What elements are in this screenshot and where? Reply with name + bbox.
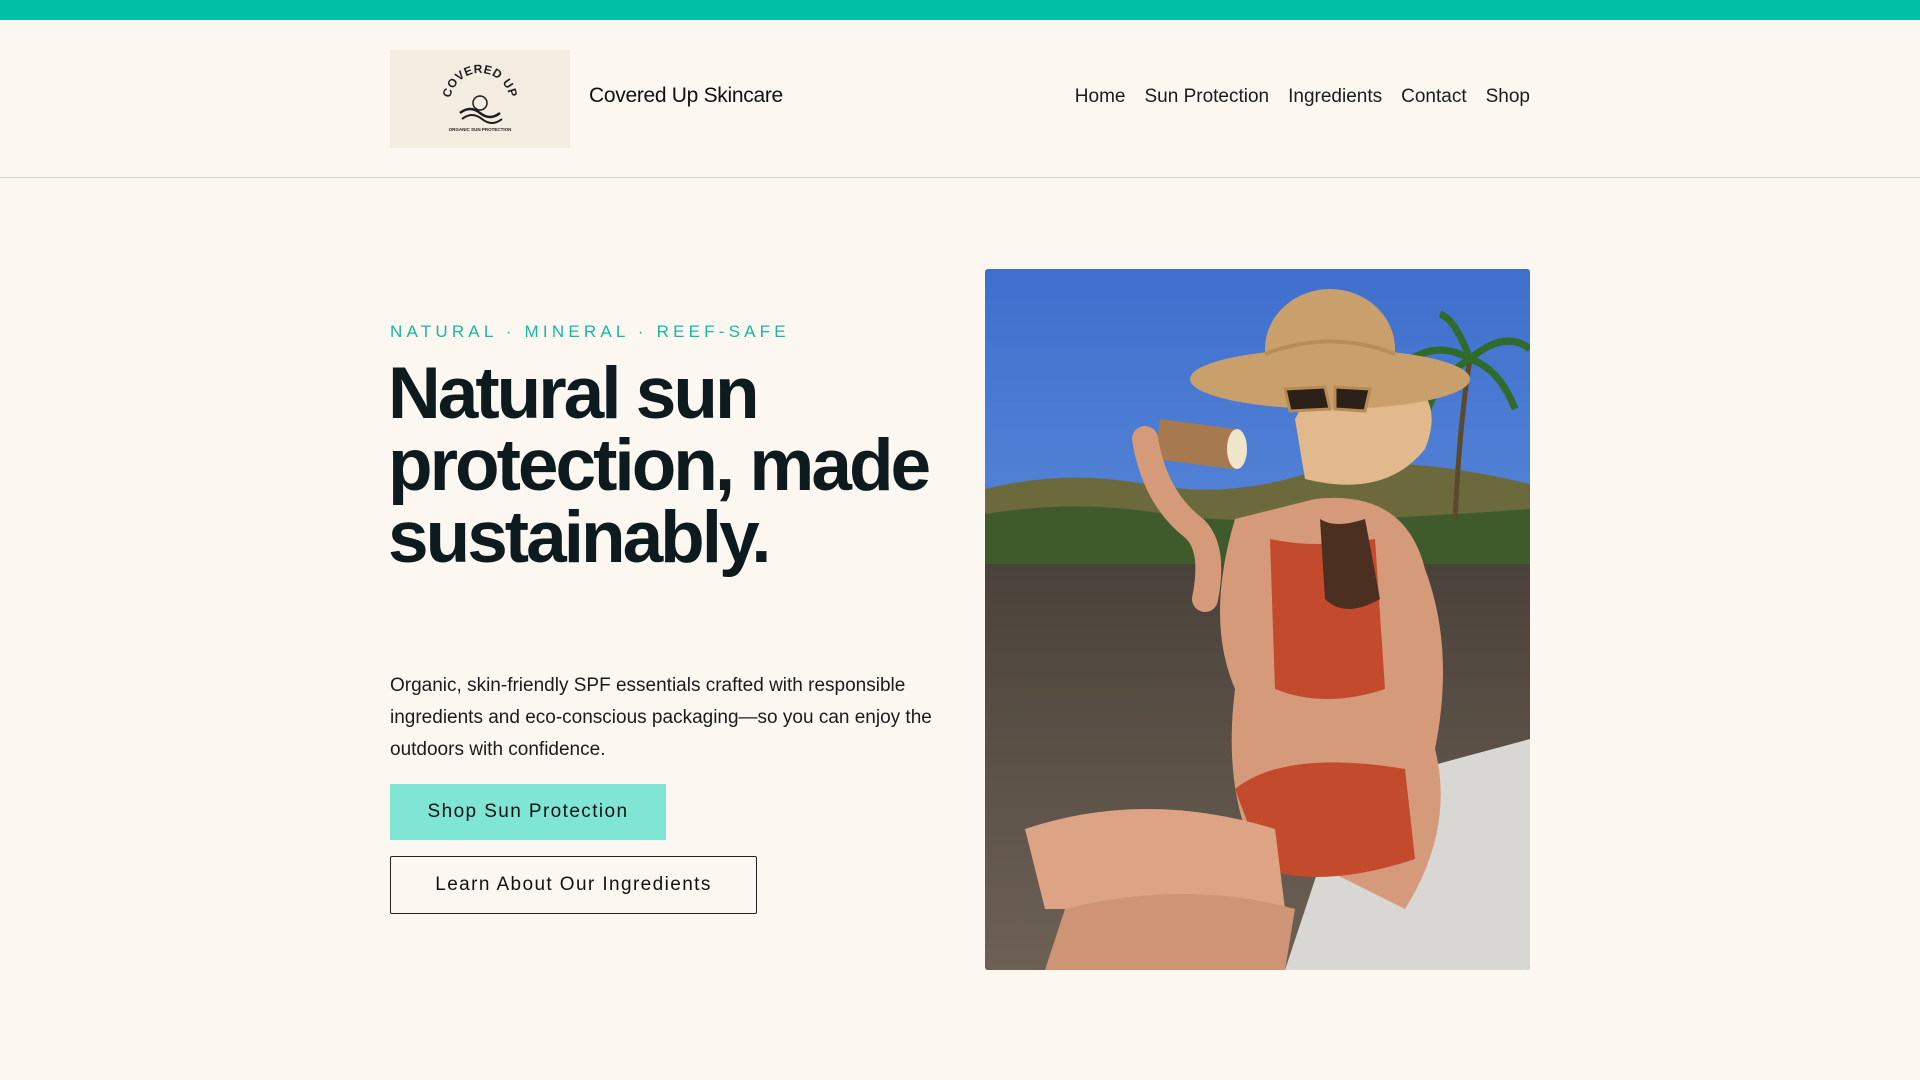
brand-name[interactable]: Covered Up Skincare (589, 84, 783, 108)
main-nav: Home Sun Protection Ingredients Contact … (1075, 86, 1530, 108)
nav-sun-protection[interactable]: Sun Protection (1144, 86, 1269, 108)
hero-subtext: Organic, skin-friendly SPF essentials cr… (390, 675, 932, 760)
shop-sun-protection-button[interactable]: Shop Sun Protection (390, 784, 666, 840)
site-header: COVERED UP ORGANIC SUN PROTECTION Covere… (0, 20, 1920, 178)
nav-ingredients[interactable]: Ingredients (1288, 86, 1382, 108)
learn-ingredients-button[interactable]: Learn About Our Ingredients (390, 856, 757, 914)
nav-contact[interactable]: Contact (1401, 86, 1466, 108)
logo-tagline: ORGANIC SUN PROTECTION (449, 127, 512, 132)
announcement-strip (0, 0, 1920, 20)
beach-photo-illustration (985, 269, 1530, 970)
logo-emblem-icon: COVERED UP ORGANIC SUN PROTECTION (440, 63, 520, 132)
nav-shop[interactable]: Shop (1486, 86, 1530, 108)
hero-photo (985, 269, 1530, 970)
svg-text:COVERED UP: COVERED UP (440, 63, 520, 99)
hero-eyebrow: NATURAL · MINERAL · REEF-SAFE (390, 322, 790, 341)
nav-home[interactable]: Home (1075, 86, 1126, 108)
logo[interactable]: COVERED UP ORGANIC SUN PROTECTION (390, 50, 570, 148)
hero-headline: Natural sun protection, made sustainably… (388, 353, 931, 578)
logo-text: COVERED UP (440, 63, 520, 99)
